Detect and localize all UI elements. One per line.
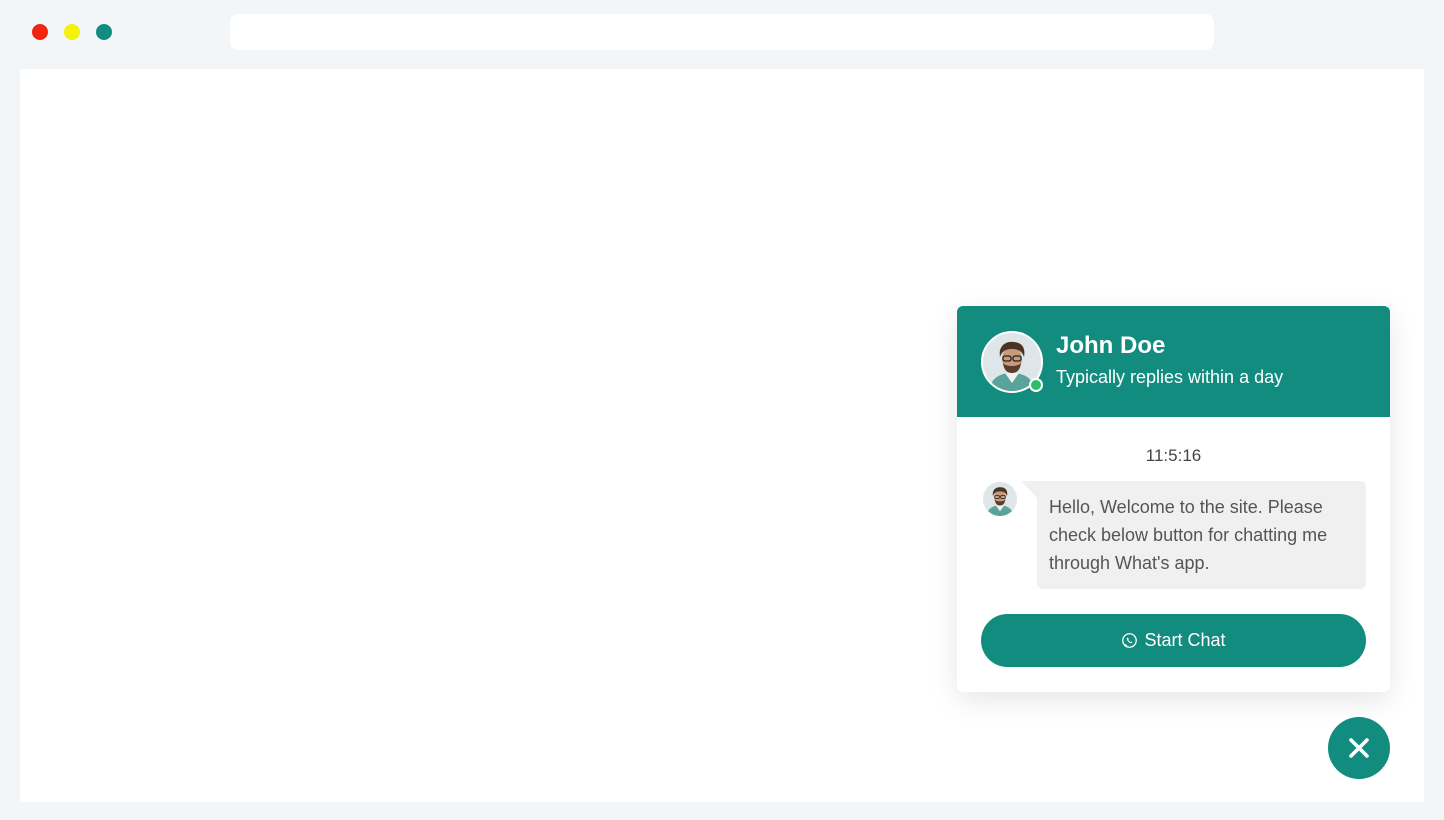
close-icon xyxy=(1349,738,1369,758)
message-timestamp: 11:5:16 xyxy=(1145,446,1202,465)
online-status-indicator xyxy=(1029,378,1043,392)
whatsapp-icon xyxy=(1122,633,1138,648)
window-maximize-dot[interactable] xyxy=(96,24,112,40)
message-bubble-tail xyxy=(1021,481,1038,499)
avatar-person-icon xyxy=(983,482,1017,516)
agent-name: John Doe xyxy=(1056,332,1166,359)
welcome-message: Hello, Welcome to the site. Please check… xyxy=(1037,481,1366,589)
chat-body: 11:5:16 Hello, Welcome to the site. Plea… xyxy=(957,417,1390,692)
chat-header: John Doe Typically replies within a day xyxy=(957,306,1390,417)
window-minimize-dot[interactable] xyxy=(64,24,80,40)
browser-window: John Doe Typically replies within a day … xyxy=(0,0,1444,820)
agent-status: Typically replies within a day xyxy=(1056,367,1284,387)
start-chat-button[interactable]: Start Chat xyxy=(981,614,1366,667)
whatsapp-chat-widget: John Doe Typically replies within a day … xyxy=(957,306,1390,692)
start-chat-label: Start Chat xyxy=(1144,630,1226,650)
window-close-dot[interactable] xyxy=(32,24,48,40)
message-avatar xyxy=(981,480,1019,518)
address-bar[interactable] xyxy=(230,14,1214,50)
close-chat-button[interactable] xyxy=(1328,717,1390,779)
